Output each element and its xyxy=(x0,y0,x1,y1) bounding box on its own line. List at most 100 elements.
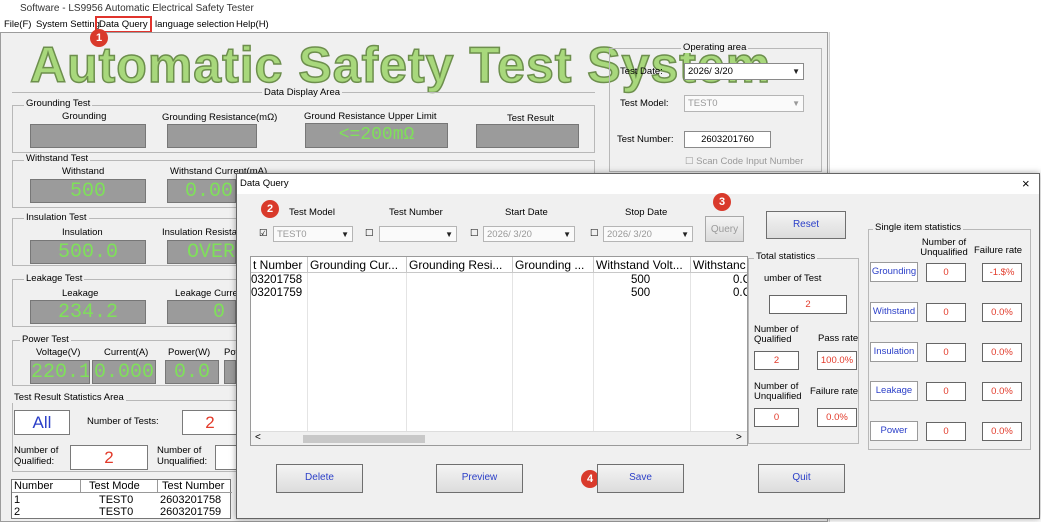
scan-code-checkbox[interactable]: ☐ Scan Code Input Number xyxy=(685,156,803,167)
filter-model-checkbox[interactable]: ☑ xyxy=(259,228,268,239)
scan-code-label: Scan Code Input Number xyxy=(696,156,804,167)
data-display-area-label: Data Display Area xyxy=(262,87,343,98)
test-number-label: Test Number: xyxy=(617,134,674,145)
menu-bar: File(F) System Setting Data Query langua… xyxy=(0,16,1041,33)
withstand-voltage-display: 500 xyxy=(30,179,146,203)
power-watt-label: Power(W) xyxy=(168,347,211,358)
grid-header-withstand-voltage[interactable]: Withstand Volt... xyxy=(594,257,691,273)
menu-language-selection[interactable]: language selection xyxy=(155,17,234,32)
insulation-voltage-display: 500.0 xyxy=(30,240,146,264)
insulation-resistance-display: OVER xyxy=(167,240,236,264)
single-leakage-unqualified: 0 xyxy=(926,382,966,401)
filter-number-select[interactable]: ▼ xyxy=(379,226,457,242)
filter-stop-value: 2026/ 3/20 xyxy=(607,229,652,240)
grid-row-2-withstand-current[interactable]: 0.C xyxy=(733,287,747,300)
data-query-dialog: Data Query × 2 Test Model Test Number St… xyxy=(236,173,1040,519)
menu-system-setting[interactable]: System Setting xyxy=(36,17,100,32)
filter-number-checkbox[interactable]: ☐ xyxy=(365,228,374,239)
single-power-label: Power xyxy=(870,421,918,441)
leakage-current-label: Leakage Current xyxy=(175,288,236,299)
close-icon[interactable]: × xyxy=(1022,176,1030,191)
test-date-picker[interactable]: 2026/ 3/20 ▼ xyxy=(684,63,804,80)
power-current-display: 0.000 xyxy=(92,360,156,384)
filter-model-label: Test Model xyxy=(289,207,335,218)
total-tests-value: 2 xyxy=(769,295,847,314)
single-grounding-unqualified: 0 xyxy=(926,263,966,282)
single-withstand-label: Withstand xyxy=(870,302,918,322)
leakage-group-label: Leakage Test xyxy=(24,273,85,284)
filter-stop-checkbox[interactable]: ☐ xyxy=(590,228,599,239)
preview-button[interactable]: Preview xyxy=(436,464,523,493)
single-failure-header: Failure rate xyxy=(974,245,1023,256)
test-model-select[interactable]: TEST0 ▼ xyxy=(684,95,804,112)
single-item-statistics-label: Single item statistics xyxy=(873,222,964,233)
grid-horizontal-scrollbar[interactable]: < > xyxy=(251,431,747,445)
delete-button[interactable]: Delete xyxy=(276,464,363,493)
total-qualified-value: 2 xyxy=(754,351,799,370)
chevron-down-icon: ▼ xyxy=(792,67,800,76)
pass-rate-value: 100.0% xyxy=(817,351,857,370)
filter-stop-date[interactable]: 2026/ 3/20 ▼ xyxy=(603,226,693,242)
grounding-result-label: Test Result xyxy=(507,113,554,124)
grid-row-2-withstand-voltage[interactable]: 500 xyxy=(631,287,650,300)
single-insulation-label: Insulation xyxy=(870,342,918,362)
grid-header-withstand-current[interactable]: Withstanc xyxy=(691,257,747,273)
filter-model-select[interactable]: TEST0 ▼ xyxy=(273,226,353,242)
power-group-label: Power Test xyxy=(20,334,71,345)
query-button[interactable]: Query xyxy=(705,216,744,242)
insulation-col-label: Insulation xyxy=(62,227,103,238)
insulation-group-label: Insulation Test xyxy=(24,212,89,223)
test-model-label: Test Model: xyxy=(620,98,669,109)
scrollbar-thumb[interactable] xyxy=(303,435,425,443)
menu-help[interactable]: Help(H) xyxy=(236,17,269,32)
table-header-number: Number xyxy=(14,480,54,492)
grid-header-grounding-resistance[interactable]: Grounding Resi... xyxy=(407,257,513,273)
withstand-current-display: 0.00 xyxy=(167,179,236,203)
power-voltage-display: 220.1 xyxy=(30,360,90,384)
grid-row-1-withstand-voltage[interactable]: 500 xyxy=(631,274,650,287)
single-power-rate: 0.0% xyxy=(982,422,1022,441)
grid-row-2-number[interactable]: 03201759 xyxy=(251,287,302,300)
chevron-down-icon: ▼ xyxy=(563,230,571,239)
test-number-input[interactable]: 2603201760 xyxy=(684,131,771,148)
quit-button[interactable]: Quit xyxy=(758,464,845,493)
table-row-1-number: 1 xyxy=(14,494,21,506)
grid-row-1-number[interactable]: 03201758 xyxy=(251,274,302,287)
filter-start-label: Start Date xyxy=(505,207,548,218)
save-button[interactable]: Save xyxy=(597,464,684,493)
num-tests-label: Number of Tests: xyxy=(87,416,159,427)
power-factor-display xyxy=(224,360,236,384)
leakage-display: 234.2 xyxy=(30,300,146,324)
scroll-left-icon[interactable]: < xyxy=(255,432,261,443)
chevron-down-icon: ▼ xyxy=(792,99,800,108)
grid-header-grounding[interactable]: Grounding ... xyxy=(513,257,594,273)
filter-start-date[interactable]: 2026/ 3/20 ▼ xyxy=(483,226,575,242)
grid-row-1-withstand-current[interactable]: 0.C xyxy=(733,274,747,287)
grid-header-grounding-current[interactable]: Grounding Cur... xyxy=(308,257,407,273)
chevron-down-icon: ▼ xyxy=(681,230,689,239)
total-unqualified-label: Number of Unqualified xyxy=(754,381,802,402)
scroll-right-icon[interactable]: > xyxy=(736,432,742,443)
filter-stop-label: Stop Date xyxy=(625,207,668,218)
single-insulation-rate: 0.0% xyxy=(982,343,1022,362)
grounding-group-label: Grounding Test xyxy=(24,98,93,109)
filter-all-button[interactable]: All xyxy=(14,410,70,435)
filter-start-checkbox[interactable]: ☐ xyxy=(470,228,479,239)
data-grid[interactable]: t Number Grounding Cur... Grounding Resi… xyxy=(250,256,748,446)
test-date-value: 2026/ 3/20 xyxy=(688,66,733,77)
grounding-col-label: Grounding xyxy=(62,111,107,122)
power-voltage-label: Voltage(V) xyxy=(36,347,81,358)
qualified-label: Number of Qualified: xyxy=(14,445,59,467)
single-withstand-rate: 0.0% xyxy=(982,303,1022,322)
reset-button[interactable]: Reset xyxy=(766,211,846,239)
window-title: Software - LS9956 Automatic Electrical S… xyxy=(0,0,1041,17)
single-grounding-rate: -1.$% xyxy=(982,263,1022,282)
table-header-test-mode: Test Mode xyxy=(80,480,140,493)
menu-file[interactable]: File(F) xyxy=(4,17,31,32)
table-row-1-test-number: 2603201758 xyxy=(160,494,222,506)
step-marker-2: 2 xyxy=(261,200,279,218)
leakage-current-display: 0 xyxy=(167,300,236,324)
grid-header-test-number[interactable]: t Number xyxy=(251,257,308,273)
table-row-2-mode: TEST0 xyxy=(99,506,134,518)
single-leakage-label: Leakage xyxy=(870,381,918,401)
